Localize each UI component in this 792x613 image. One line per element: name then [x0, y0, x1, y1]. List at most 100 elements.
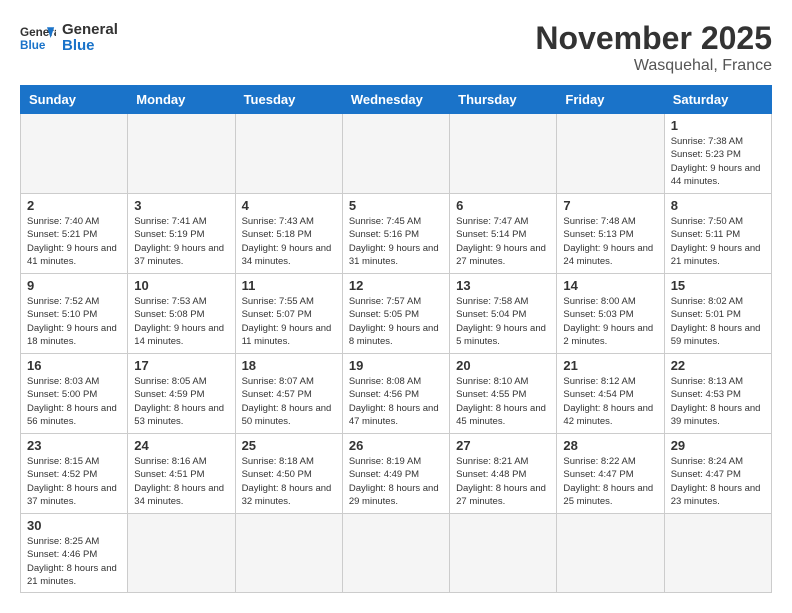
- day-number: 26: [349, 438, 443, 453]
- day-info: Sunrise: 7:43 AM Sunset: 5:18 PM Dayligh…: [242, 215, 336, 268]
- day-number: 11: [242, 278, 336, 293]
- header-monday: Monday: [128, 86, 235, 114]
- calendar-cell: 12 Sunrise: 7:57 AM Sunset: 5:05 PM Dayli…: [342, 274, 449, 354]
- day-number: 28: [563, 438, 657, 453]
- day-info: Sunrise: 7:52 AM Sunset: 5:10 PM Dayligh…: [27, 295, 121, 348]
- day-number: 24: [134, 438, 228, 453]
- header-wednesday: Wednesday: [342, 86, 449, 114]
- calendar-row-5: 23 Sunrise: 8:15 AM Sunset: 4:52 PM Dayli…: [21, 434, 772, 514]
- day-info: Sunrise: 7:45 AM Sunset: 5:16 PM Dayligh…: [349, 215, 443, 268]
- calendar-cell: [342, 114, 449, 194]
- day-info: Sunrise: 8:16 AM Sunset: 4:51 PM Dayligh…: [134, 455, 228, 508]
- logo-icon: General Blue: [20, 20, 56, 56]
- calendar-cell: 11 Sunrise: 7:55 AM Sunset: 5:07 PM Dayli…: [235, 274, 342, 354]
- day-info: Sunrise: 8:18 AM Sunset: 4:50 PM Dayligh…: [242, 455, 336, 508]
- calendar-cell: 9 Sunrise: 7:52 AM Sunset: 5:10 PM Daylig…: [21, 274, 128, 354]
- day-info: Sunrise: 8:08 AM Sunset: 4:56 PM Dayligh…: [349, 375, 443, 428]
- day-number: 1: [671, 118, 765, 133]
- day-info: Sunrise: 8:25 AM Sunset: 4:46 PM Dayligh…: [27, 535, 121, 588]
- calendar-cell: 5 Sunrise: 7:45 AM Sunset: 5:16 PM Daylig…: [342, 194, 449, 274]
- calendar-cell: 3 Sunrise: 7:41 AM Sunset: 5:19 PM Daylig…: [128, 194, 235, 274]
- header-sunday: Sunday: [21, 86, 128, 114]
- day-number: 12: [349, 278, 443, 293]
- day-info: Sunrise: 7:50 AM Sunset: 5:11 PM Dayligh…: [671, 215, 765, 268]
- day-number: 17: [134, 358, 228, 373]
- calendar-row-1: 1 Sunrise: 7:38 AM Sunset: 5:23 PM Daylig…: [21, 114, 772, 194]
- calendar-cell: 18Sunrise: 8:07 AM Sunset: 4:57 PM Dayli…: [235, 354, 342, 434]
- calendar-row-4: 16 Sunrise: 8:03 AM Sunset: 5:00 PM Dayli…: [21, 354, 772, 434]
- day-number: 22: [671, 358, 765, 373]
- header-thursday: Thursday: [450, 86, 557, 114]
- header-friday: Friday: [557, 86, 664, 114]
- calendar-cell: 8 Sunrise: 7:50 AM Sunset: 5:11 PM Daylig…: [664, 194, 771, 274]
- day-number: 23: [27, 438, 121, 453]
- day-number: 29: [671, 438, 765, 453]
- day-number: 25: [242, 438, 336, 453]
- day-info: Sunrise: 7:48 AM Sunset: 5:13 PM Dayligh…: [563, 215, 657, 268]
- calendar-cell: 1 Sunrise: 7:38 AM Sunset: 5:23 PM Daylig…: [664, 114, 771, 194]
- calendar-row-6: 30 Sunrise: 8:25 AM Sunset: 4:46 PM Dayli…: [21, 514, 772, 593]
- header-tuesday: Tuesday: [235, 86, 342, 114]
- calendar-cell: 28Sunrise: 8:22 AM Sunset: 4:47 PM Dayli…: [557, 434, 664, 514]
- header-saturday: Saturday: [664, 86, 771, 114]
- calendar-cell: 6Sunrise: 7:47 AM Sunset: 5:14 PM Daylig…: [450, 194, 557, 274]
- day-info: Sunrise: 8:00 AM Sunset: 5:03 PM Dayligh…: [563, 295, 657, 348]
- calendar-cell: [450, 114, 557, 194]
- day-number: 13: [456, 278, 550, 293]
- calendar-cell: [557, 114, 664, 194]
- calendar-cell: 29Sunrise: 8:24 AM Sunset: 4:47 PM Dayli…: [664, 434, 771, 514]
- day-number: 20: [456, 358, 550, 373]
- day-info: Sunrise: 7:38 AM Sunset: 5:23 PM Dayligh…: [671, 135, 765, 188]
- day-info: Sunrise: 7:53 AM Sunset: 5:08 PM Dayligh…: [134, 295, 228, 348]
- calendar-cell: [235, 114, 342, 194]
- calendar-cell: 2 Sunrise: 7:40 AM Sunset: 5:21 PM Daylig…: [21, 194, 128, 274]
- day-info: Sunrise: 7:58 AM Sunset: 5:04 PM Dayligh…: [456, 295, 550, 348]
- calendar-cell: [342, 514, 449, 593]
- calendar-cell: 26 Sunrise: 8:19 AM Sunset: 4:49 PM Dayli…: [342, 434, 449, 514]
- day-number: 8: [671, 198, 765, 213]
- day-info: Sunrise: 8:15 AM Sunset: 4:52 PM Dayligh…: [27, 455, 121, 508]
- logo-blue: Blue: [62, 38, 118, 55]
- calendar-cell: 25 Sunrise: 8:18 AM Sunset: 4:50 PM Dayli…: [235, 434, 342, 514]
- calendar-cell: 23 Sunrise: 8:15 AM Sunset: 4:52 PM Dayli…: [21, 434, 128, 514]
- day-number: 7: [563, 198, 657, 213]
- header: General Blue General Blue November 2025 …: [20, 20, 772, 75]
- day-number: 30: [27, 518, 121, 533]
- day-number: 2: [27, 198, 121, 213]
- calendar-cell: 15Sunrise: 8:02 AM Sunset: 5:01 PM Dayli…: [664, 274, 771, 354]
- day-info: Sunrise: 7:41 AM Sunset: 5:19 PM Dayligh…: [134, 215, 228, 268]
- calendar-cell: 20 Sunrise: 8:10 AM Sunset: 4:55 PM Dayli…: [450, 354, 557, 434]
- day-info: Sunrise: 7:55 AM Sunset: 5:07 PM Dayligh…: [242, 295, 336, 348]
- day-number: 19: [349, 358, 443, 373]
- day-number: 9: [27, 278, 121, 293]
- day-number: 14: [563, 278, 657, 293]
- calendar-cell: [557, 514, 664, 593]
- calendar-cell: 17Sunrise: 8:05 AM Sunset: 4:59 PM Dayli…: [128, 354, 235, 434]
- day-number: 4: [242, 198, 336, 213]
- day-info: Sunrise: 8:19 AM Sunset: 4:49 PM Dayligh…: [349, 455, 443, 508]
- calendar-cell: 24 Sunrise: 8:16 AM Sunset: 4:51 PM Dayli…: [128, 434, 235, 514]
- day-info: Sunrise: 8:12 AM Sunset: 4:54 PM Dayligh…: [563, 375, 657, 428]
- day-info: Sunrise: 8:03 AM Sunset: 5:00 PM Dayligh…: [27, 375, 121, 428]
- calendar-cell: 10 Sunrise: 7:53 AM Sunset: 5:08 PM Dayli…: [128, 274, 235, 354]
- day-info: Sunrise: 8:10 AM Sunset: 4:55 PM Dayligh…: [456, 375, 550, 428]
- calendar-cell: 4 Sunrise: 7:43 AM Sunset: 5:18 PM Daylig…: [235, 194, 342, 274]
- calendar-cell: 22 Sunrise: 8:13 AM Sunset: 4:53 PM Dayli…: [664, 354, 771, 434]
- calendar-cell: [128, 114, 235, 194]
- day-number: 3: [134, 198, 228, 213]
- day-number: 10: [134, 278, 228, 293]
- day-info: Sunrise: 7:40 AM Sunset: 5:21 PM Dayligh…: [27, 215, 121, 268]
- day-number: 18: [242, 358, 336, 373]
- day-number: 6: [456, 198, 550, 213]
- day-info: Sunrise: 7:57 AM Sunset: 5:05 PM Dayligh…: [349, 295, 443, 348]
- day-number: 15: [671, 278, 765, 293]
- day-number: 5: [349, 198, 443, 213]
- day-info: Sunrise: 8:13 AM Sunset: 4:53 PM Dayligh…: [671, 375, 765, 428]
- calendar-cell: [450, 514, 557, 593]
- calendar: Sunday Monday Tuesday Wednesday Thursday…: [20, 85, 772, 593]
- logo-general: General: [62, 22, 118, 39]
- calendar-cell: [21, 114, 128, 194]
- calendar-cell: 14 Sunrise: 8:00 AM Sunset: 5:03 PM Dayli…: [557, 274, 664, 354]
- svg-text:Blue: Blue: [20, 39, 46, 52]
- day-number: 16: [27, 358, 121, 373]
